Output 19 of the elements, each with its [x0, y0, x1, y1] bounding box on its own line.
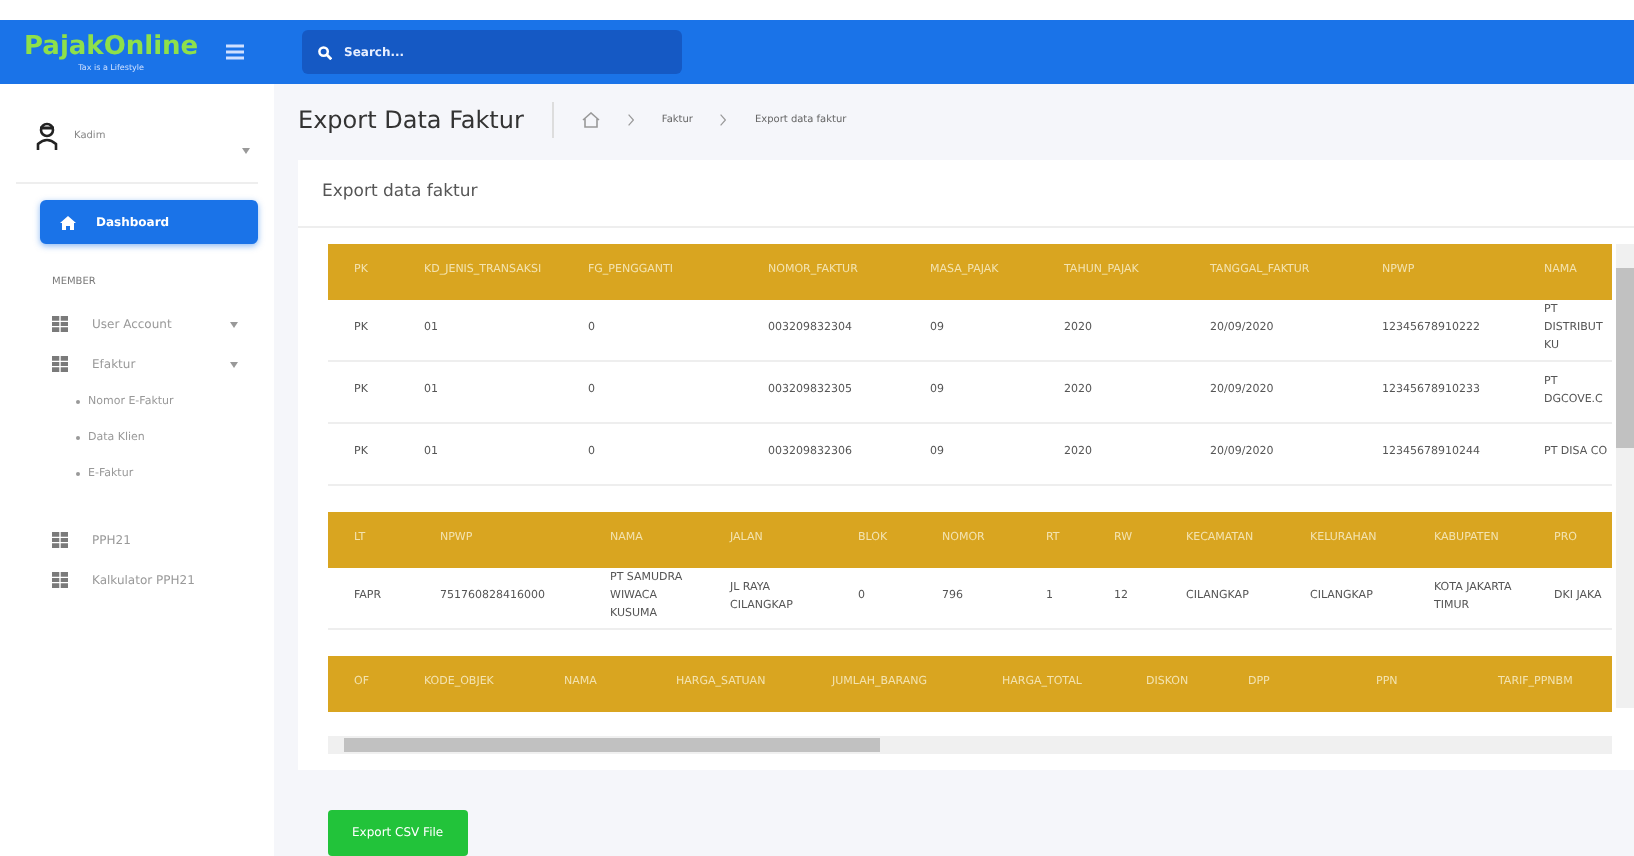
page-title: Export Data Faktur: [298, 105, 524, 134]
caret-icon: [242, 148, 250, 154]
chevron-icon: [627, 113, 634, 126]
logo: PajakOnline: [24, 32, 199, 62]
grid-icon: [52, 316, 68, 332]
horizontal-scrollbar[interactable]: [328, 735, 1612, 754]
grid-icon: [52, 572, 68, 588]
home-icon: [60, 215, 76, 229]
grid-icon: [52, 532, 68, 548]
user-avatar-icon: [36, 121, 58, 149]
search-icon: [318, 45, 332, 59]
card-title: Export data faktur: [298, 159, 1634, 228]
grid-icon: [52, 356, 68, 372]
home-icon[interactable]: [581, 111, 600, 128]
caret-icon: [230, 361, 238, 367]
caret-icon: [230, 321, 238, 327]
vertical-scrollbar[interactable]: [1616, 243, 1634, 708]
chevron-icon: [720, 113, 727, 126]
menu-icon[interactable]: [226, 44, 245, 60]
